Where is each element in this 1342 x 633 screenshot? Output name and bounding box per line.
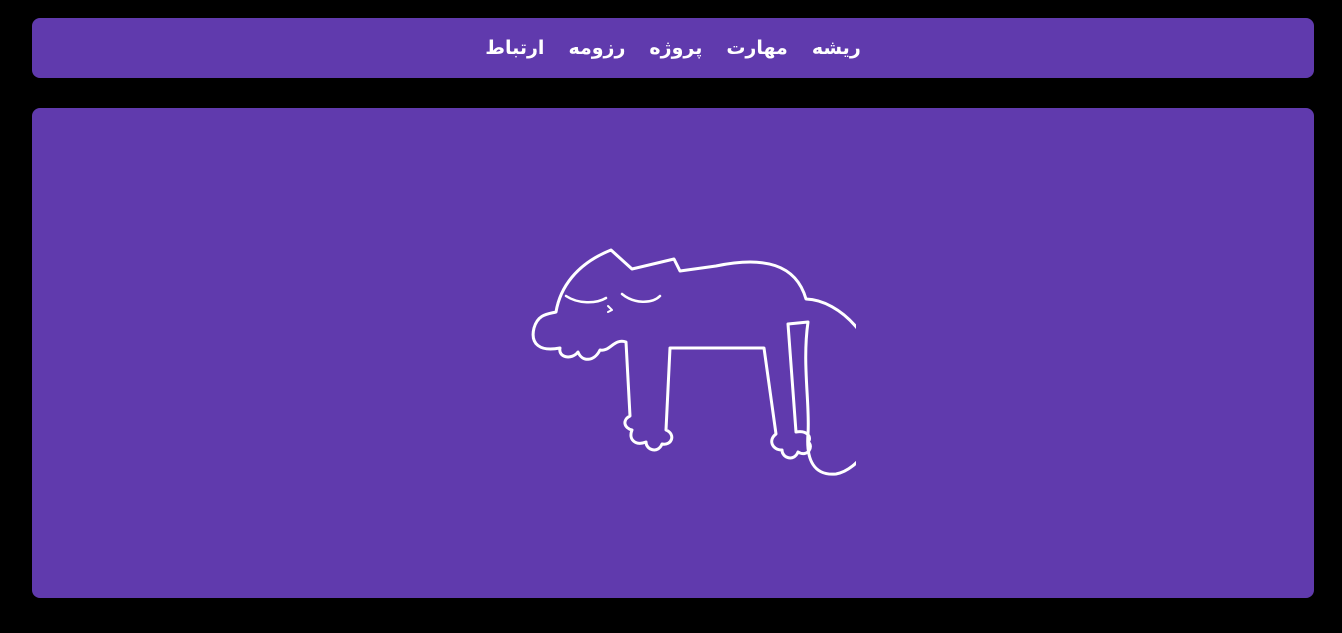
nav-item-skills[interactable]: مهارت bbox=[726, 38, 787, 58]
nav-item-contact[interactable]: ارتباط bbox=[485, 38, 544, 58]
nav-item-projects[interactable]: پروژه bbox=[649, 38, 702, 58]
top-navbar: ارتباط رزومه پروژه مهارت ریشه bbox=[32, 18, 1314, 78]
hero-panel bbox=[32, 108, 1314, 598]
nav-list: ارتباط رزومه پروژه مهارت ریشه bbox=[485, 38, 861, 58]
nav-item-resume[interactable]: رزومه bbox=[568, 38, 625, 58]
nav-item-home[interactable]: ریشه bbox=[812, 38, 861, 58]
sleeping-cat-icon bbox=[531, 248, 856, 476]
